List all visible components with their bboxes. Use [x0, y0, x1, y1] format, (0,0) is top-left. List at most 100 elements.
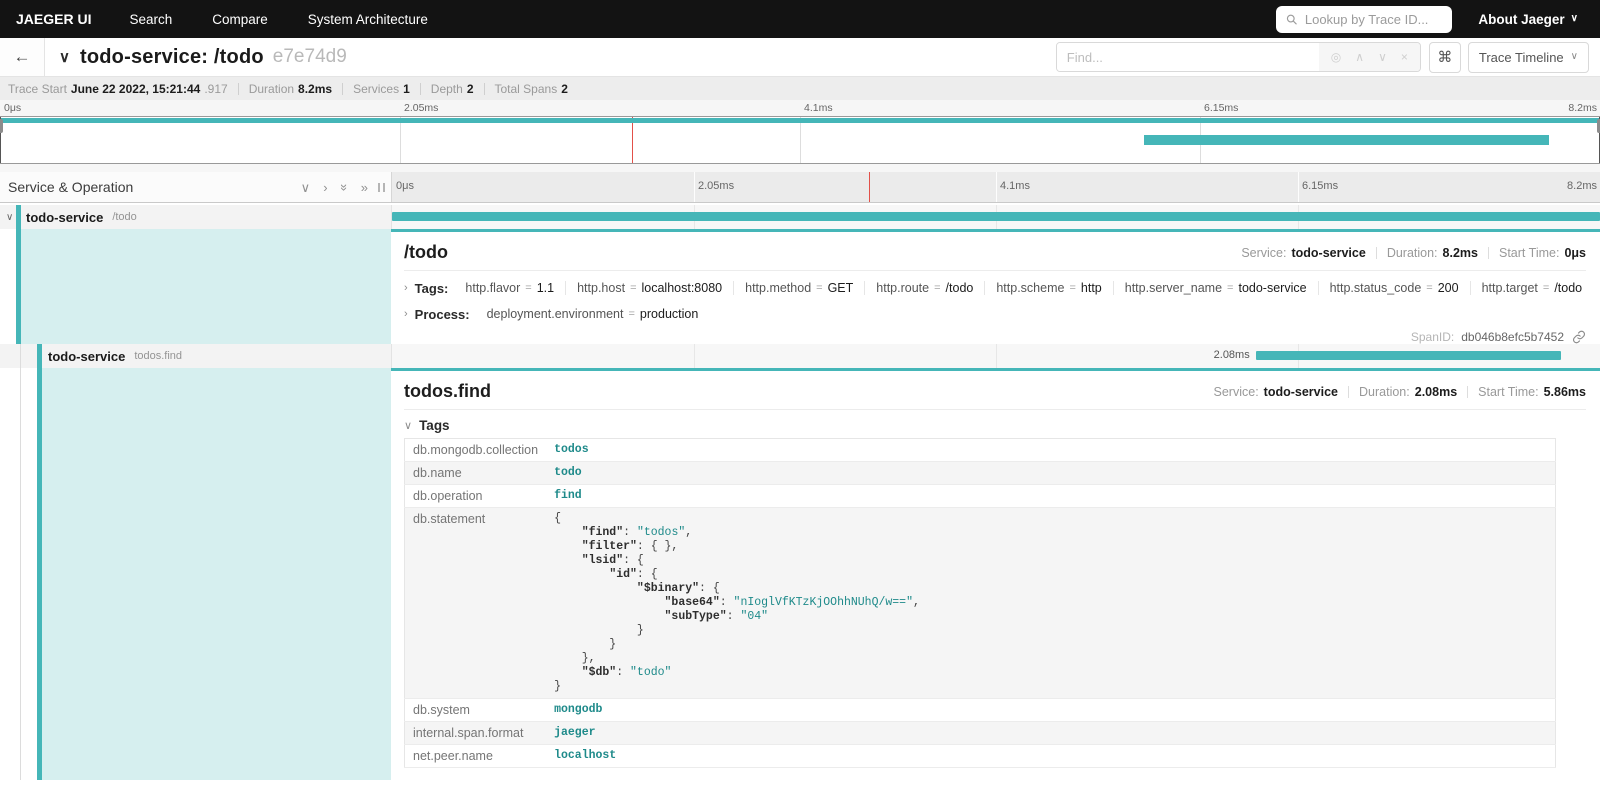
span-detail-meta: Service:todo-service Duration:2.08ms Sta… [1214, 385, 1586, 399]
scrubber-handle[interactable] [0, 119, 3, 133]
expand-all-icon[interactable]: » [361, 181, 368, 194]
collapse-one-icon[interactable]: ∨ [301, 181, 311, 194]
trace-lookup-search[interactable] [1276, 6, 1452, 33]
next-match-icon[interactable]: ∨ [1378, 50, 1387, 64]
divider [404, 409, 1586, 410]
column-resizer-handle[interactable] [378, 183, 385, 192]
row-gridline [694, 344, 695, 368]
span-detail-todo: /todo Service:todo-service Duration:8.2m… [0, 229, 1600, 344]
span-detail-title: /todo [404, 242, 448, 263]
span-timeline-cell[interactable] [391, 205, 1600, 229]
trace-title[interactable]: todo-service: /todo [80, 46, 264, 69]
divider [484, 83, 485, 95]
service-value: todo-service [1264, 385, 1338, 399]
tag-key: http.host [577, 281, 625, 295]
find-input[interactable] [1057, 43, 1319, 71]
trace-title-collapse-icon[interactable]: ∨ [59, 48, 70, 66]
tag-key-cell: db.operation [405, 485, 547, 508]
trace-minimap: 0μs 2.05ms 4.1ms 6.15ms 8.2ms [0, 100, 1600, 172]
table-row: net.peer.namelocalhost [405, 745, 1556, 768]
process-summary-row[interactable]: › Process: deployment.environment=produc… [404, 301, 1586, 327]
tag-value: 1.1 [537, 281, 554, 295]
divider [342, 83, 343, 95]
table-row: db.operationfind [405, 485, 1556, 508]
minimap-gridline [800, 117, 801, 163]
duration-label: Duration: [1387, 246, 1438, 260]
span-duration-label: 2.08ms [1214, 349, 1256, 361]
divider [404, 270, 1586, 271]
depth-value: 2 [467, 82, 474, 96]
detail-body: /todo Service:todo-service Duration:8.2m… [391, 229, 1600, 344]
detail-left-gutter [0, 229, 391, 344]
chevron-right-icon: › [404, 308, 408, 320]
jaeger-trace-page: JAEGER UI Search Compare System Architec… [0, 0, 1600, 785]
main-nav: Search Compare System Architecture [109, 0, 447, 38]
nav-right: About Jaeger ∨ [1276, 6, 1600, 33]
minimap-left-scrubber[interactable] [0, 117, 1, 163]
detail-header[interactable]: todos.find Service:todo-service Duration… [404, 379, 1586, 404]
tag-value-cell: jaeger [546, 722, 1555, 745]
tag-key-cell: db.mongodb.collection [405, 439, 547, 462]
divider [238, 83, 239, 95]
about-jaeger-menu[interactable]: About Jaeger ∨ [1478, 12, 1578, 27]
equals: = [525, 282, 531, 294]
service-operation-header: Service & Operation ∨ › » » [0, 172, 391, 202]
collapse-children-icon[interactable]: ∨ [6, 212, 13, 223]
tags-summary-row[interactable]: › Tags: http.flavor=1.1 http.host=localh… [404, 275, 1586, 301]
span-detail-title: todos.find [404, 381, 491, 402]
timeline-header-row: Service & Operation ∨ › » » 0μs 2.05ms 4… [0, 172, 1600, 203]
span-color-accent [37, 344, 42, 368]
tick-label: 6.15ms [1302, 180, 1338, 192]
about-jaeger-label: About Jaeger [1478, 12, 1564, 27]
tag-value-cell: todo [546, 462, 1555, 485]
span-color-accent [16, 205, 21, 229]
tag-value-cell: find [546, 485, 1555, 508]
trace-lookup-input[interactable] [1305, 12, 1443, 27]
start-time-value: 5.86ms [1544, 385, 1586, 399]
tag-value: /todo [1554, 281, 1582, 295]
prev-match-icon[interactable]: ∧ [1355, 50, 1364, 64]
minimap-canvas[interactable] [0, 116, 1600, 164]
process-label: Process: [415, 307, 470, 322]
back-button[interactable]: ← [0, 38, 45, 76]
span-row-todo[interactable]: ∨ todo-service /todo [0, 205, 1600, 229]
span-bar-todos-find[interactable] [1256, 351, 1562, 360]
expand-one-icon[interactable]: › [323, 181, 327, 194]
tag-value-cell: todos [546, 439, 1555, 462]
tick-label: 4.1ms [804, 102, 833, 114]
tag-key: http.flavor [465, 281, 520, 295]
tags-key-value-table: db.mongodb.collectiontodos db.nametodo d… [404, 438, 1556, 768]
duration-value: 8.2ms [298, 82, 332, 96]
detail-header[interactable]: /todo Service:todo-service Duration:8.2m… [404, 240, 1586, 265]
ruler-tick [1298, 172, 1299, 202]
tick-label: 8.2ms [1567, 180, 1597, 192]
start-time-label: Start Time: [1478, 385, 1538, 399]
app-logo[interactable]: JAEGER UI [0, 11, 109, 27]
span-row-todos-find[interactable]: todo-service todos.find 2.08ms [0, 344, 1600, 368]
chevron-down-icon: ∨ [404, 419, 412, 432]
nav-item-compare[interactable]: Compare [192, 0, 288, 38]
find-controls: ◎ ∧ ∨ × [1319, 43, 1420, 71]
equals: = [1543, 282, 1549, 294]
match-highlight-icon[interactable]: ◎ [1331, 50, 1341, 64]
clear-find-icon[interactable]: × [1401, 50, 1408, 64]
span-timeline-cell[interactable]: 2.08ms [391, 344, 1600, 368]
tags-section-label: Tags [419, 418, 450, 433]
trace-id: e7e74d9 [273, 46, 347, 68]
collapse-all-icon[interactable]: » [338, 183, 351, 190]
nav-item-system-architecture[interactable]: System Architecture [288, 0, 448, 38]
tag-key-cell: internal.span.format [405, 722, 547, 745]
span-name-cell[interactable]: ∨ todo-service /todo [0, 205, 391, 229]
copy-link-icon[interactable] [1572, 330, 1586, 344]
row-gridline [996, 344, 997, 368]
tags-section-header[interactable]: ∨ Tags [404, 414, 1586, 436]
nav-item-search[interactable]: Search [109, 0, 192, 38]
trace-view-select[interactable]: Trace Timeline ∨ [1468, 42, 1589, 73]
keyboard-shortcuts-button[interactable]: ⌘ [1429, 42, 1461, 73]
span-name-cell[interactable]: todo-service todos.find [0, 344, 391, 368]
tags-label: Tags: [415, 281, 449, 296]
span-bar-todo[interactable] [392, 212, 1600, 221]
divider [420, 83, 421, 95]
depth-label: Depth [431, 82, 463, 96]
tag-key: http.method [745, 281, 811, 295]
